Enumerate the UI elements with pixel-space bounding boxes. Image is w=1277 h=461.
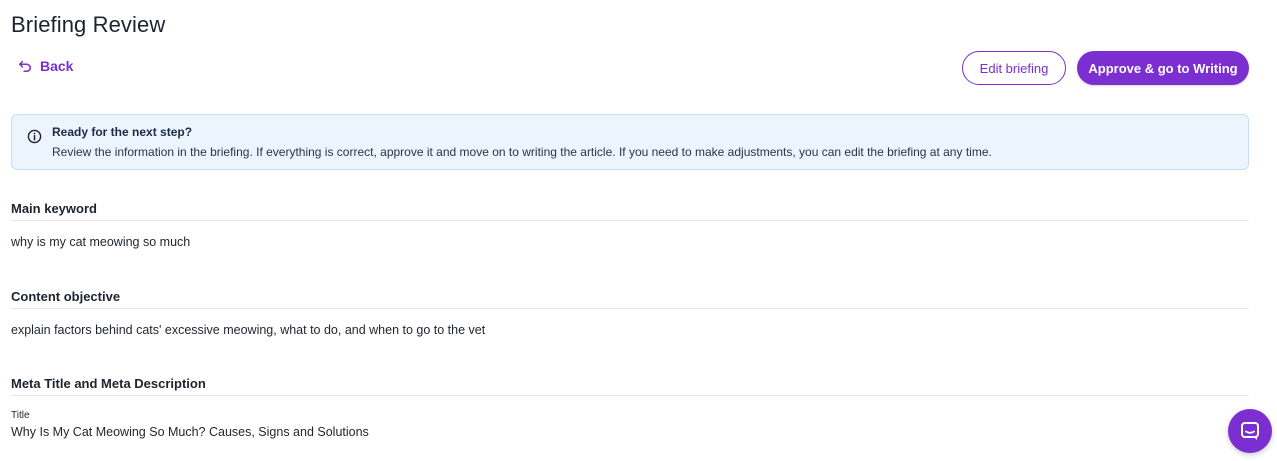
chat-icon xyxy=(1241,422,1259,440)
undo-arrow-icon xyxy=(18,60,32,73)
edit-briefing-button[interactable]: Edit briefing xyxy=(962,51,1066,85)
meta-title-label: Title xyxy=(11,410,30,421)
approve-writing-button[interactable]: Approve & go to Writing xyxy=(1077,51,1249,85)
info-text: Review the information in the briefing. … xyxy=(52,145,992,159)
main-keyword-value: why is my cat meowing so much xyxy=(11,235,191,249)
content-objective-section: Content objective explain factors behind… xyxy=(11,289,1249,337)
main-keyword-section: Main keyword why is my cat meowing so mu… xyxy=(11,201,1249,249)
meta-section: Meta Title and Meta Description Title Wh… xyxy=(11,376,1249,439)
info-circle-icon xyxy=(27,129,42,144)
content-objective-value: explain factors behind cats' excessive m… xyxy=(11,323,486,337)
info-title: Ready for the next step? xyxy=(52,125,193,139)
meta-title-value: Why Is My Cat Meowing So Much? Causes, S… xyxy=(11,425,369,439)
section-heading: Main keyword xyxy=(11,201,1249,221)
back-button[interactable]: Back xyxy=(18,58,73,74)
back-label: Back xyxy=(40,58,74,74)
briefing-review-page: Briefing Review Back Edit briefing Appro… xyxy=(0,0,1277,461)
chat-launcher-button[interactable] xyxy=(1228,409,1272,453)
section-heading: Meta Title and Meta Description xyxy=(11,376,1249,396)
page-title: Briefing Review xyxy=(11,12,166,37)
info-banner: Ready for the next step? Review the info… xyxy=(11,114,1249,170)
section-heading: Content objective xyxy=(11,289,1249,309)
